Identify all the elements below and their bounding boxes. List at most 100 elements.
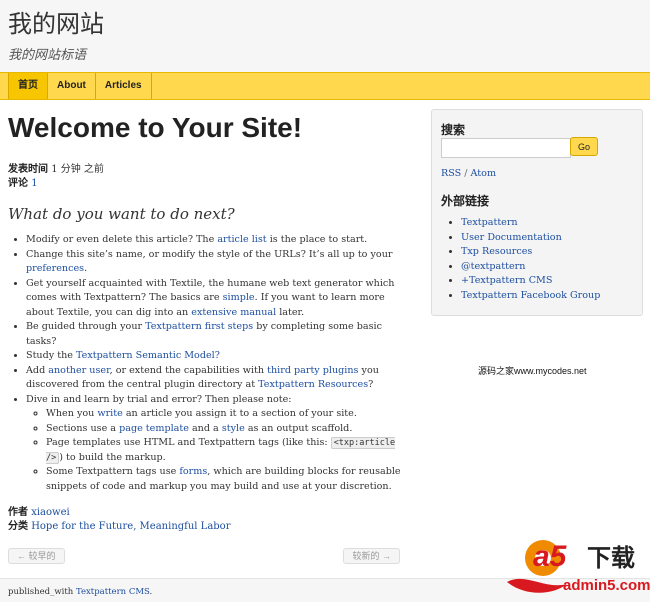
list-item: Change this site’s name, or modify the s… [26,248,408,277]
textpattern-resources-link[interactable]: Textpattern Resources [258,379,368,390]
list-item: User Documentation [461,231,600,246]
text: an article you assign it to a section of… [122,408,357,419]
text: as an output scaffold. [244,422,353,434]
feed-separator: / [461,168,471,179]
link-google-plus[interactable]: +Textpattern CMS [461,275,552,286]
site-header: 我的网站 我的网站标语 [0,0,650,72]
comments-row: 评论 1 [8,177,408,191]
article-body: Modify or even delete this article? The … [8,233,408,494]
link-textpattern[interactable]: Textpattern [461,217,518,228]
newer-button[interactable]: 较新的 → [343,548,400,564]
forms-link[interactable]: forms [179,466,207,477]
text: . [84,263,88,274]
pagination: ← 较早的 较新的 → [8,548,400,564]
text: Dive in and learn by trial and error? Th… [26,393,292,405]
sub-list-item: Page templates use HTML and Textpattern … [46,436,408,465]
text: Study the [26,350,76,361]
nav-item-about: About [47,73,95,99]
list-item: Textpattern [461,216,600,231]
list-item: Get yourself acquainted with Textile, th… [26,277,408,321]
list-item: Add another user, or extend the capabili… [26,364,408,393]
extensive-manual-link[interactable]: extensive manual [191,307,276,318]
semantic-model-link[interactable]: Textpattern Semantic Model? [76,350,220,361]
list-item: Textpattern Facebook Group [461,289,600,304]
footer-suffix: . [149,587,153,597]
posted-value: 1 分钟 之前 [51,164,104,175]
link-user-documentation[interactable]: User Documentation [461,232,562,243]
text: , or extend the capabilities with [109,364,268,376]
comments-count-link[interactable]: 1 [31,178,37,189]
text: When you [46,408,98,419]
a5-logo: a5 下载 admin5.com [507,540,650,594]
text: is the place to start. [266,234,368,245]
nav-item-articles: Articles [94,73,152,99]
comments-label: 评论 [8,178,28,189]
logo-brand: a5 [533,540,568,573]
category-row: 分类 Hope for the Future, Meaningful Labor [8,520,408,534]
footer-cms-link[interactable]: Textpattern CMS [76,587,150,597]
nav-link-about[interactable]: About [48,73,95,99]
list-item: Be guided through your Textpattern first… [26,320,408,349]
text: ? [368,379,374,390]
article-title: Welcome to Your Site! [8,112,303,143]
posted-label: 发表时间 [8,164,48,175]
posted-row: 发表时间 1 分钟 之前 [8,163,408,177]
list-item: Txp Resources [461,245,600,260]
rss-link[interactable]: RSS [441,168,461,179]
main-nav: 首页 About Articles [0,72,650,100]
text: later. [276,306,305,318]
category-links[interactable]: Hope for the Future, Meaningful Labor [31,521,230,532]
text: Page templates use HTML and Textpattern … [46,437,331,448]
logo-domain: admin5.com [563,577,650,594]
go-button[interactable]: Go [570,137,598,156]
list-item: @textpattern [461,260,600,275]
watermark-text: 源码之家www.mycodes.net [478,366,587,376]
sub-list-item: Some Textpattern tags use forms, which a… [46,465,408,494]
feed-links: RSS / Atom [441,168,496,179]
site-name[interactable]: 我的网站 [8,4,104,39]
list-item: Study the Textpattern Semantic Model? [26,349,408,364]
article-subheading: What do you want to do next? [8,205,235,223]
list-item: Dive in and learn by trial and error? Th… [26,393,408,495]
link-txp-resources[interactable]: Txp Resources [461,246,532,257]
main-content: Welcome to Your Site! 发表时间 1 分钟 之前 评论 1 … [8,108,408,534]
atom-link[interactable]: Atom [471,168,497,179]
link-twitter[interactable]: @textpattern [461,261,525,272]
text: Change this site’s name, or modify the s… [26,248,393,260]
author-label: 作者 [8,507,28,518]
first-steps-link[interactable]: Textpattern first steps [145,321,253,332]
text: Modify or even delete this article? The [26,234,218,245]
style-link[interactable]: style [222,423,245,434]
text: Add [26,364,49,376]
list-item: Modify or even delete this article? The … [26,233,408,248]
footer-prefix: published_with [8,587,76,597]
preferences-link[interactable]: preferences [26,263,84,274]
text: Be guided through your [26,321,146,332]
nav-link-home[interactable]: 首页 [9,73,47,99]
older-button[interactable]: ← 较早的 [8,548,65,564]
write-link[interactable]: write [97,408,122,419]
another-user-link[interactable]: another user [48,365,109,376]
links-heading: 外部链接 [441,194,490,208]
sub-list: When you write an article you assign it … [26,407,408,494]
article-list-link[interactable]: article list [217,234,266,245]
nav-item-home: 首页 [8,73,47,99]
nav-list: 首页 About Articles [0,73,650,99]
search-input[interactable] [441,138,571,158]
link-facebook-group[interactable]: Textpattern Facebook Group [461,290,600,301]
list-item: +Textpattern CMS [461,274,600,289]
text: Sections use a [46,422,120,434]
logo-swoosh [507,578,567,593]
category-label: 分类 [8,521,28,532]
article-meta: 发表时间 1 分钟 之前 评论 1 [8,163,408,191]
todo-list: Modify or even delete this article? The … [8,233,408,494]
page-template-link[interactable]: page template [119,423,189,434]
text: and a [188,422,222,434]
author-link[interactable]: xiaowei [31,507,70,518]
site-slogan: 我的网站标语 [8,48,87,63]
third-party-plugins-link[interactable]: third party plugins [267,365,358,376]
nav-link-articles[interactable]: Articles [96,73,151,99]
text: Some Textpattern tags use [46,466,180,477]
sidebar: 搜索 Go RSS / Atom 外部链接 Textpattern User D… [431,109,643,316]
simple-link[interactable]: simple [223,292,255,303]
